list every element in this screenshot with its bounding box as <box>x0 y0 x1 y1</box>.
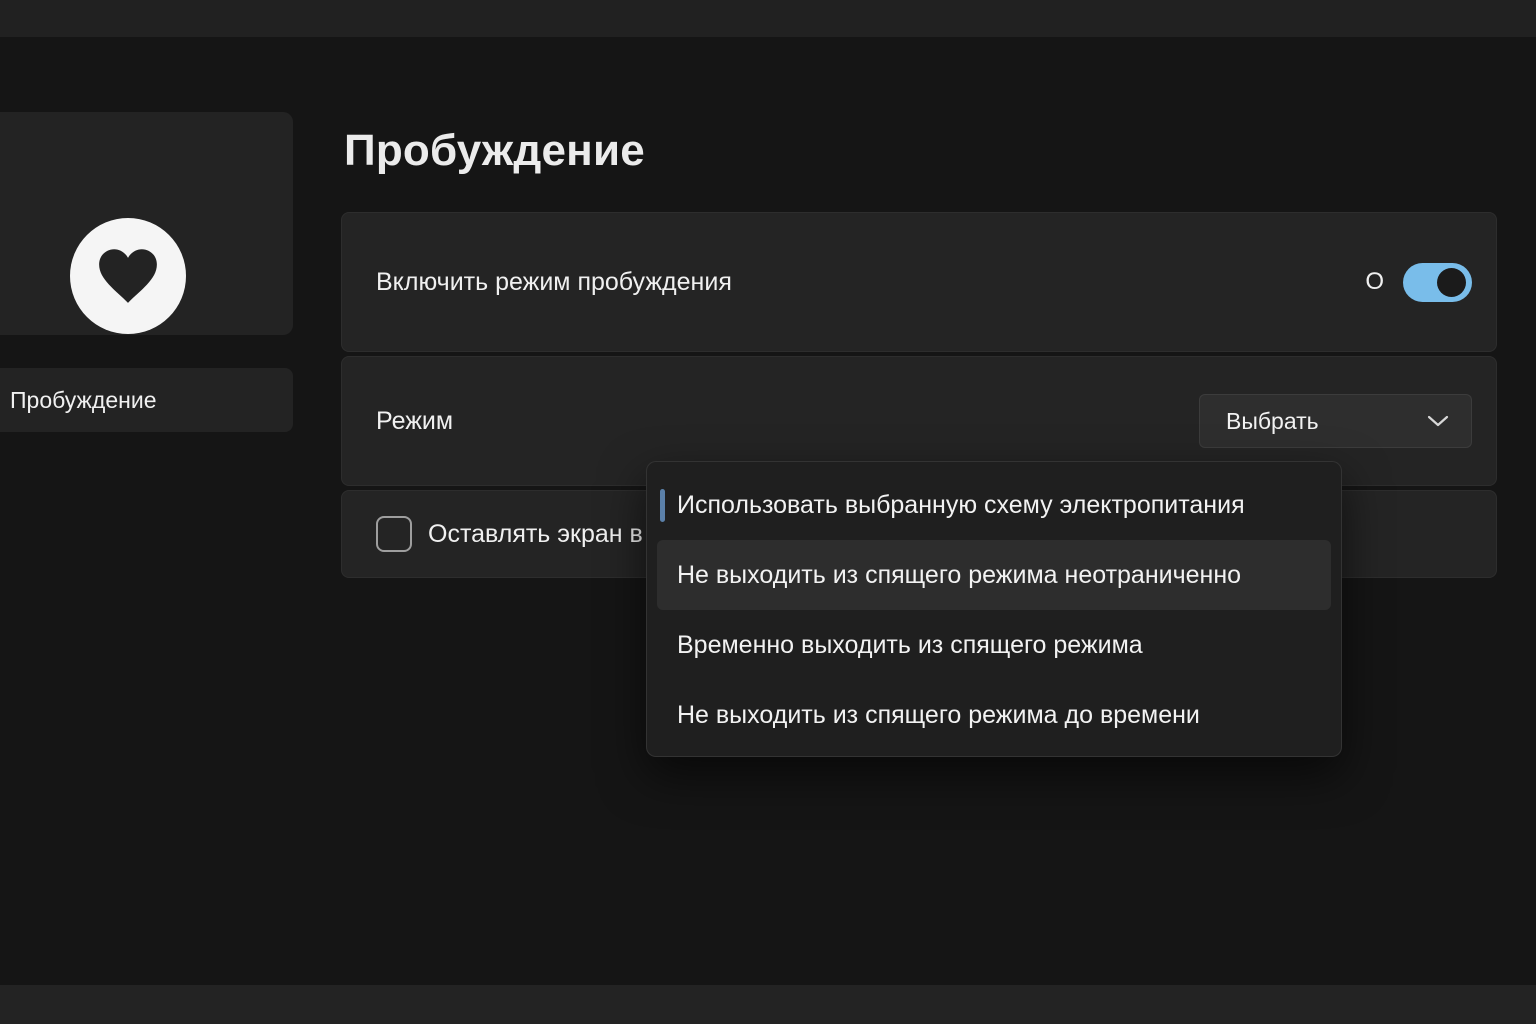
window-bottom-band <box>0 985 1536 1024</box>
sidebar-item-wake[interactable]: Пробуждение <box>0 368 293 432</box>
menu-item-label: Использовать выбранную схему электропита… <box>677 491 1245 520</box>
setting-row-wake-toggle: Включить режим пробуждения О <box>341 212 1497 352</box>
mode-dropdown-button[interactable]: Выбрать <box>1199 394 1472 448</box>
menu-item-no-wake-unlimited[interactable]: Не выходить из спящего режима неотраниче… <box>657 540 1331 610</box>
menu-item-temporary-wake[interactable]: Временно выходить из спящего режима <box>657 610 1331 680</box>
mode-dropdown-menu: Использовать выбранную схему электропита… <box>646 461 1342 757</box>
screen-checkbox[interactable] <box>376 516 412 552</box>
toggle-thumb <box>1437 268 1466 297</box>
mode-dropdown-button-label: Выбрать <box>1226 408 1319 435</box>
wake-toggle-label: Включить режим пробуждения <box>376 268 732 297</box>
toggle-state-label: О <box>1365 268 1384 296</box>
screen-checkbox-label: Оставлять экран в <box>428 520 643 549</box>
settings-window: { "window": { "page_title": "Пробуждение… <box>0 0 1536 1024</box>
wake-toggle-switch[interactable] <box>1403 263 1472 302</box>
menu-item-no-wake-until-time[interactable]: Не выходить из спящего режима до времени <box>657 680 1331 750</box>
chevron-down-icon <box>1427 414 1449 428</box>
selected-indicator <box>660 489 665 522</box>
menu-item-label: Не выходить из спящего режима до времени <box>677 701 1200 730</box>
mode-label: Режим <box>376 407 453 436</box>
window-top-band <box>0 0 1536 37</box>
menu-item-label: Временно выходить из спящего режима <box>677 631 1143 660</box>
menu-item-label: Не выходить из спящего режима неотраниче… <box>677 561 1241 590</box>
app-hero-tile[interactable] <box>0 112 293 335</box>
heart-icon <box>70 218 186 334</box>
sidebar-item-label: Пробуждение <box>10 387 156 414</box>
page-title: Пробуждение <box>344 126 645 176</box>
menu-item-power-scheme[interactable]: Использовать выбранную схему электропита… <box>657 470 1331 540</box>
